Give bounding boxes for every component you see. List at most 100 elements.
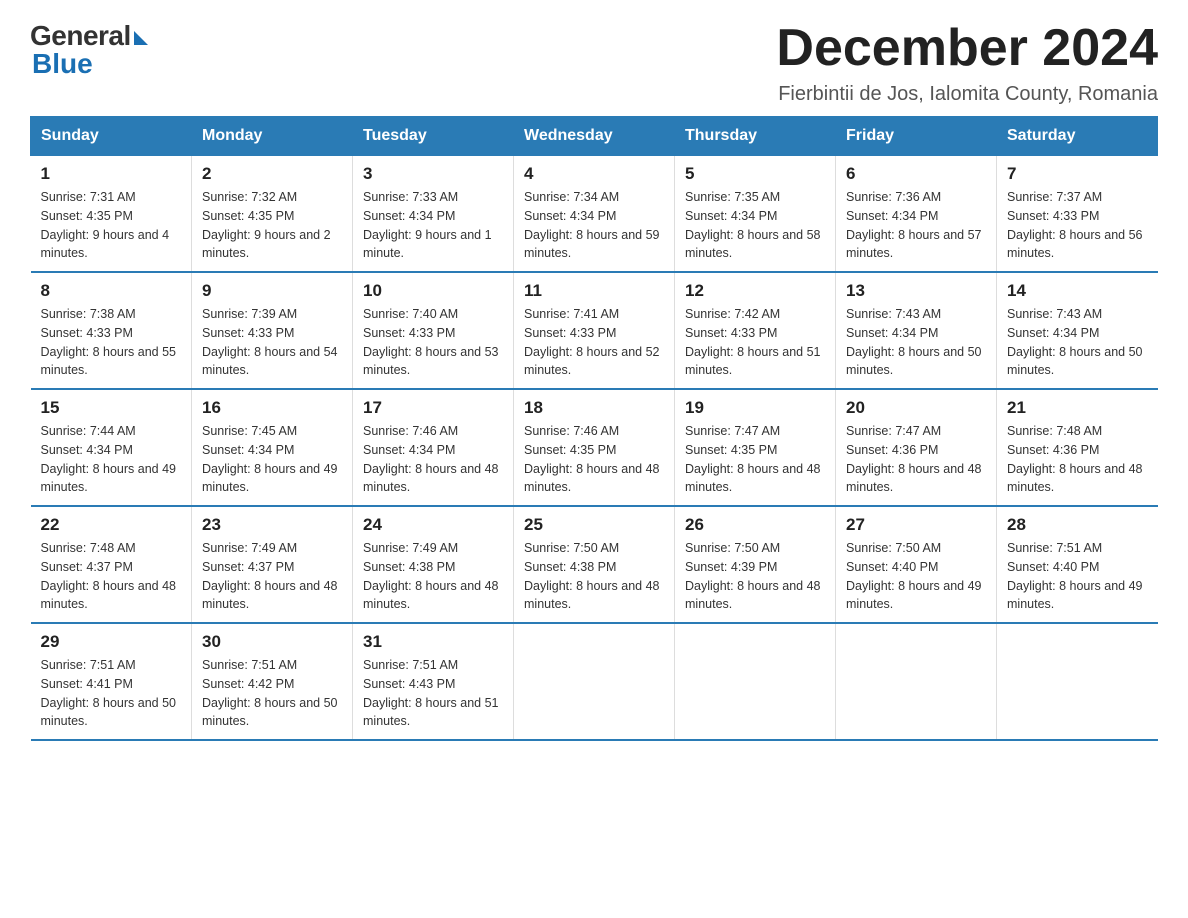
- main-title: December 2024: [776, 20, 1158, 77]
- calendar-cell: 18 Sunrise: 7:46 AM Sunset: 4:35 PM Dayl…: [514, 389, 675, 506]
- day-number: 3: [363, 164, 503, 184]
- daylight-label: Daylight: 8 hours and 48 minutes.: [685, 462, 821, 495]
- day-info: Sunrise: 7:51 AM Sunset: 4:43 PM Dayligh…: [363, 656, 503, 731]
- sunset-label: Sunset: 4:33 PM: [685, 326, 777, 340]
- daylight-label: Daylight: 8 hours and 48 minutes.: [524, 462, 660, 495]
- daylight-label: Daylight: 8 hours and 57 minutes.: [846, 228, 982, 261]
- day-info: Sunrise: 7:50 AM Sunset: 4:39 PM Dayligh…: [685, 539, 825, 614]
- day-number: 2: [202, 164, 342, 184]
- day-info: Sunrise: 7:49 AM Sunset: 4:37 PM Dayligh…: [202, 539, 342, 614]
- calendar-cell: 7 Sunrise: 7:37 AM Sunset: 4:33 PM Dayli…: [997, 156, 1158, 273]
- day-number: 24: [363, 515, 503, 535]
- sunset-label: Sunset: 4:34 PM: [685, 209, 777, 223]
- daylight-label: Daylight: 8 hours and 48 minutes.: [41, 579, 177, 612]
- day-info: Sunrise: 7:50 AM Sunset: 4:40 PM Dayligh…: [846, 539, 986, 614]
- sunset-label: Sunset: 4:40 PM: [1007, 560, 1099, 574]
- daylight-label: Daylight: 8 hours and 49 minutes.: [41, 462, 177, 495]
- day-info: Sunrise: 7:48 AM Sunset: 4:37 PM Dayligh…: [41, 539, 182, 614]
- sunset-label: Sunset: 4:34 PM: [363, 209, 455, 223]
- day-info: Sunrise: 7:37 AM Sunset: 4:33 PM Dayligh…: [1007, 188, 1148, 263]
- daylight-label: Daylight: 8 hours and 58 minutes.: [685, 228, 821, 261]
- daylight-label: Daylight: 8 hours and 49 minutes.: [202, 462, 338, 495]
- calendar-cell: 29 Sunrise: 7:51 AM Sunset: 4:41 PM Dayl…: [31, 623, 192, 740]
- day-number: 26: [685, 515, 825, 535]
- page-header: General Blue December 2024 Fierbintii de…: [30, 20, 1158, 106]
- sunrise-label: Sunrise: 7:47 AM: [685, 424, 780, 438]
- day-info: Sunrise: 7:31 AM Sunset: 4:35 PM Dayligh…: [41, 188, 182, 263]
- sunrise-label: Sunrise: 7:43 AM: [846, 307, 941, 321]
- calendar-week-row: 22 Sunrise: 7:48 AM Sunset: 4:37 PM Dayl…: [31, 506, 1158, 623]
- calendar-cell: 15 Sunrise: 7:44 AM Sunset: 4:34 PM Dayl…: [31, 389, 192, 506]
- sunset-label: Sunset: 4:33 PM: [202, 326, 294, 340]
- calendar-cell: 12 Sunrise: 7:42 AM Sunset: 4:33 PM Dayl…: [675, 272, 836, 389]
- sunset-label: Sunset: 4:36 PM: [846, 443, 938, 457]
- calendar-cell: 3 Sunrise: 7:33 AM Sunset: 4:34 PM Dayli…: [353, 156, 514, 273]
- daylight-label: Daylight: 8 hours and 48 minutes.: [524, 579, 660, 612]
- day-number: 31: [363, 632, 503, 652]
- day-number: 23: [202, 515, 342, 535]
- sunset-label: Sunset: 4:34 PM: [363, 443, 455, 457]
- title-section: December 2024 Fierbintii de Jos, Ialomit…: [776, 20, 1158, 106]
- calendar-header-row: Sunday Monday Tuesday Wednesday Thursday…: [31, 117, 1158, 156]
- calendar-cell: 5 Sunrise: 7:35 AM Sunset: 4:34 PM Dayli…: [675, 156, 836, 273]
- day-info: Sunrise: 7:47 AM Sunset: 4:35 PM Dayligh…: [685, 422, 825, 497]
- day-number: 18: [524, 398, 664, 418]
- sunrise-label: Sunrise: 7:51 AM: [41, 658, 136, 672]
- sunset-label: Sunset: 4:43 PM: [363, 677, 455, 691]
- header-tuesday: Tuesday: [353, 117, 514, 156]
- daylight-label: Daylight: 8 hours and 48 minutes.: [846, 462, 982, 495]
- day-info: Sunrise: 7:33 AM Sunset: 4:34 PM Dayligh…: [363, 188, 503, 263]
- day-info: Sunrise: 7:32 AM Sunset: 4:35 PM Dayligh…: [202, 188, 342, 263]
- calendar-cell: 4 Sunrise: 7:34 AM Sunset: 4:34 PM Dayli…: [514, 156, 675, 273]
- calendar-cell: 24 Sunrise: 7:49 AM Sunset: 4:38 PM Dayl…: [353, 506, 514, 623]
- daylight-label: Daylight: 8 hours and 49 minutes.: [846, 579, 982, 612]
- day-number: 15: [41, 398, 182, 418]
- daylight-label: Daylight: 8 hours and 51 minutes.: [363, 696, 499, 729]
- calendar-cell: [514, 623, 675, 740]
- sunrise-label: Sunrise: 7:48 AM: [41, 541, 136, 555]
- sunset-label: Sunset: 4:35 PM: [524, 443, 616, 457]
- daylight-label: Daylight: 8 hours and 53 minutes.: [363, 345, 499, 378]
- day-info: Sunrise: 7:50 AM Sunset: 4:38 PM Dayligh…: [524, 539, 664, 614]
- day-number: 19: [685, 398, 825, 418]
- sunrise-label: Sunrise: 7:45 AM: [202, 424, 297, 438]
- sunset-label: Sunset: 4:42 PM: [202, 677, 294, 691]
- calendar-cell: 26 Sunrise: 7:50 AM Sunset: 4:39 PM Dayl…: [675, 506, 836, 623]
- day-info: Sunrise: 7:43 AM Sunset: 4:34 PM Dayligh…: [846, 305, 986, 380]
- header-monday: Monday: [192, 117, 353, 156]
- sunrise-label: Sunrise: 7:36 AM: [846, 190, 941, 204]
- calendar-cell: 8 Sunrise: 7:38 AM Sunset: 4:33 PM Dayli…: [31, 272, 192, 389]
- header-saturday: Saturday: [997, 117, 1158, 156]
- daylight-label: Daylight: 8 hours and 55 minutes.: [41, 345, 177, 378]
- daylight-label: Daylight: 9 hours and 2 minutes.: [202, 228, 331, 261]
- sunrise-label: Sunrise: 7:38 AM: [41, 307, 136, 321]
- daylight-label: Daylight: 8 hours and 59 minutes.: [524, 228, 660, 261]
- sunrise-label: Sunrise: 7:41 AM: [524, 307, 619, 321]
- day-number: 4: [524, 164, 664, 184]
- day-number: 16: [202, 398, 342, 418]
- daylight-label: Daylight: 8 hours and 52 minutes.: [524, 345, 660, 378]
- sunset-label: Sunset: 4:33 PM: [41, 326, 133, 340]
- sunset-label: Sunset: 4:37 PM: [202, 560, 294, 574]
- sunrise-label: Sunrise: 7:49 AM: [363, 541, 458, 555]
- day-info: Sunrise: 7:49 AM Sunset: 4:38 PM Dayligh…: [363, 539, 503, 614]
- sunset-label: Sunset: 4:40 PM: [846, 560, 938, 574]
- day-number: 30: [202, 632, 342, 652]
- day-number: 28: [1007, 515, 1148, 535]
- sunrise-label: Sunrise: 7:51 AM: [202, 658, 297, 672]
- sunset-label: Sunset: 4:35 PM: [41, 209, 133, 223]
- sunrise-label: Sunrise: 7:48 AM: [1007, 424, 1102, 438]
- logo-arrow-icon: [134, 31, 148, 45]
- calendar-cell: 27 Sunrise: 7:50 AM Sunset: 4:40 PM Dayl…: [836, 506, 997, 623]
- sunset-label: Sunset: 4:36 PM: [1007, 443, 1099, 457]
- sunrise-label: Sunrise: 7:35 AM: [685, 190, 780, 204]
- sunset-label: Sunset: 4:34 PM: [202, 443, 294, 457]
- calendar-cell: [997, 623, 1158, 740]
- day-info: Sunrise: 7:43 AM Sunset: 4:34 PM Dayligh…: [1007, 305, 1148, 380]
- daylight-label: Daylight: 8 hours and 56 minutes.: [1007, 228, 1143, 261]
- calendar-cell: 22 Sunrise: 7:48 AM Sunset: 4:37 PM Dayl…: [31, 506, 192, 623]
- sunset-label: Sunset: 4:39 PM: [685, 560, 777, 574]
- sunrise-label: Sunrise: 7:47 AM: [846, 424, 941, 438]
- calendar-week-row: 8 Sunrise: 7:38 AM Sunset: 4:33 PM Dayli…: [31, 272, 1158, 389]
- day-info: Sunrise: 7:51 AM Sunset: 4:42 PM Dayligh…: [202, 656, 342, 731]
